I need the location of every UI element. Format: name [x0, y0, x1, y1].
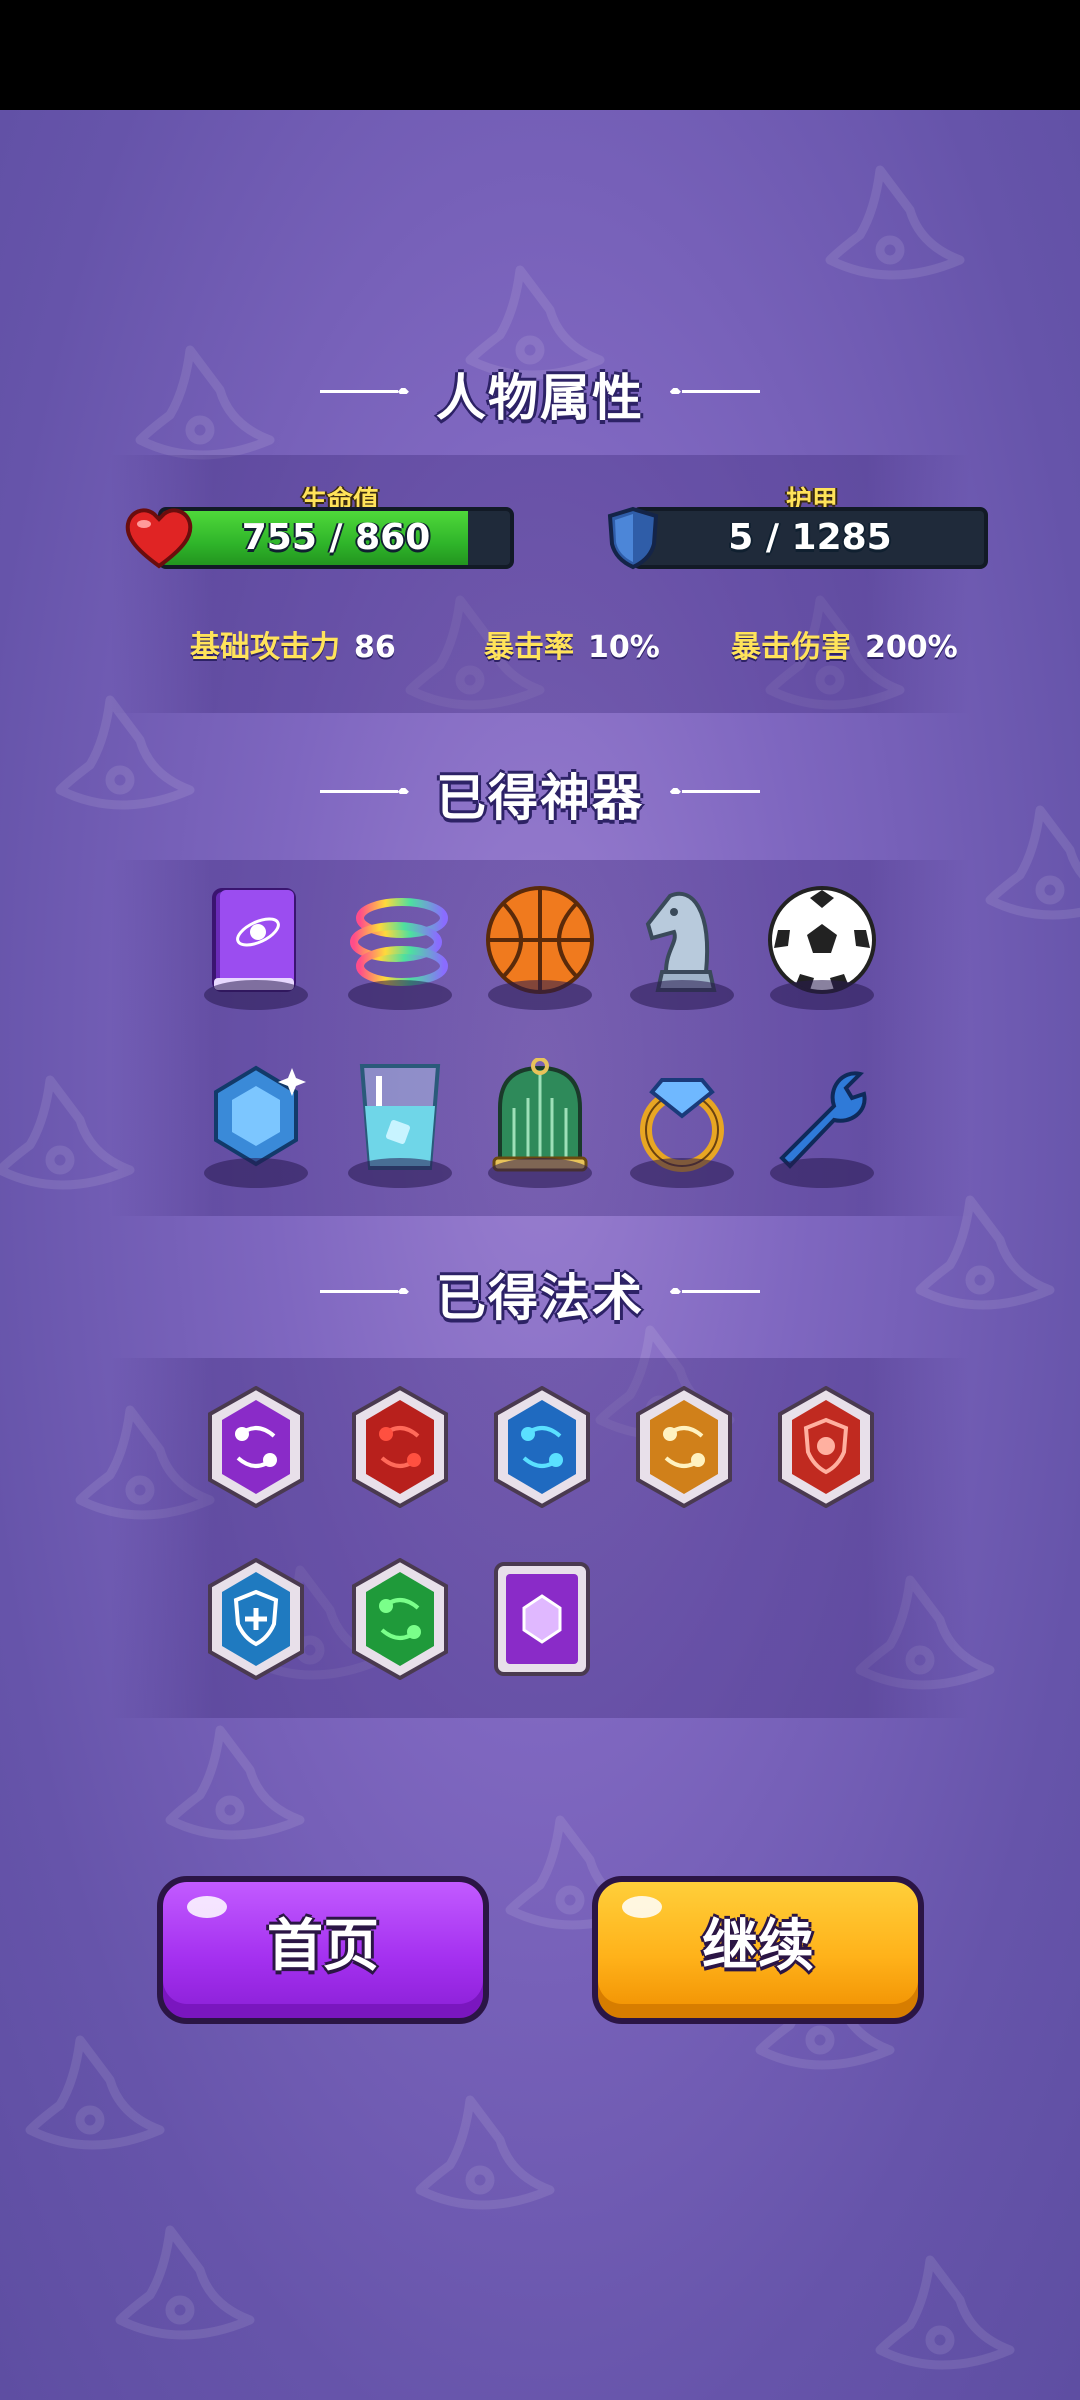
purple-orbit-spell-icon[interactable] [206, 1386, 306, 1508]
title-right-divider [670, 788, 760, 794]
home-button[interactable]: 首页 [157, 1876, 489, 2024]
shield-icon [607, 506, 659, 570]
attributes-title-row: 人物属性 [0, 358, 1080, 430]
artifacts-title-row: 已得神器 [0, 758, 1080, 830]
orange-orbit-spell-icon[interactable] [634, 1386, 734, 1508]
crit-damage-label: 暴击伤害 [731, 630, 851, 665]
heart-icon [125, 508, 193, 569]
crit-damage-value: 200% [865, 630, 958, 665]
base-attack-label: 基础攻击力 [190, 630, 340, 665]
continue-button-label: 继续 [702, 1914, 814, 1979]
title-left-divider [320, 788, 409, 794]
green-orbit-spell-icon[interactable] [350, 1558, 450, 1680]
red-orbit-spell-icon[interactable] [350, 1386, 450, 1508]
spells-title: 已得法术 [436, 1269, 644, 1327]
artifact-spellbook[interactable] [196, 880, 316, 1010]
artifact-chess-knight[interactable] [622, 880, 742, 1010]
home-button-label: 首页 [267, 1914, 379, 1979]
title-right-divider [670, 1288, 760, 1294]
artifacts-title: 已得神器 [436, 769, 644, 827]
continue-button[interactable]: 继续 [592, 1876, 924, 2024]
title-right-divider [670, 388, 760, 394]
spells-title-row: 已得法术 [0, 1258, 1080, 1330]
hp-bar: 755 / 860 [158, 507, 514, 569]
blue-orbit-spell-icon[interactable] [492, 1386, 592, 1508]
artifact-birdcage[interactable] [480, 1057, 600, 1188]
artifact-rainbow-rings[interactable] [340, 880, 460, 1010]
crit-rate-value: 10% [588, 630, 660, 665]
purple-gem-spell-icon[interactable] [492, 1558, 592, 1680]
artifact-diamond-ring[interactable] [622, 1058, 742, 1188]
title-left-divider [320, 1288, 409, 1294]
red-shield-spell-icon[interactable] [776, 1386, 876, 1508]
artifact-ice-glass[interactable] [340, 1058, 460, 1188]
artifact-basketball[interactable] [480, 880, 600, 1010]
status-bar [0, 0, 1080, 110]
artifact-soccer-ball[interactable] [762, 880, 882, 1010]
crit-rate-stat: 暴击率 10% [484, 622, 660, 666]
hp-value: 755 / 860 [241, 517, 431, 558]
background-hat-pattern [0, 110, 1080, 2400]
blue-heal-shield-spell-icon[interactable] [206, 1558, 306, 1680]
artifact-blue-gem[interactable] [196, 1058, 316, 1188]
base-attack-value: 86 [354, 630, 396, 665]
crit-damage-stat: 暴击伤害 200% [731, 622, 958, 666]
base-attack-stat: 基础攻击力 86 [190, 622, 396, 666]
crit-rate-label: 暴击率 [484, 630, 574, 665]
attributes-title: 人物属性 [436, 369, 644, 427]
armor-bar: 5 / 1285 [632, 507, 988, 569]
armor-value: 5 / 1285 [728, 517, 892, 558]
title-left-divider [320, 388, 409, 394]
artifact-wrench[interactable] [762, 1058, 882, 1188]
